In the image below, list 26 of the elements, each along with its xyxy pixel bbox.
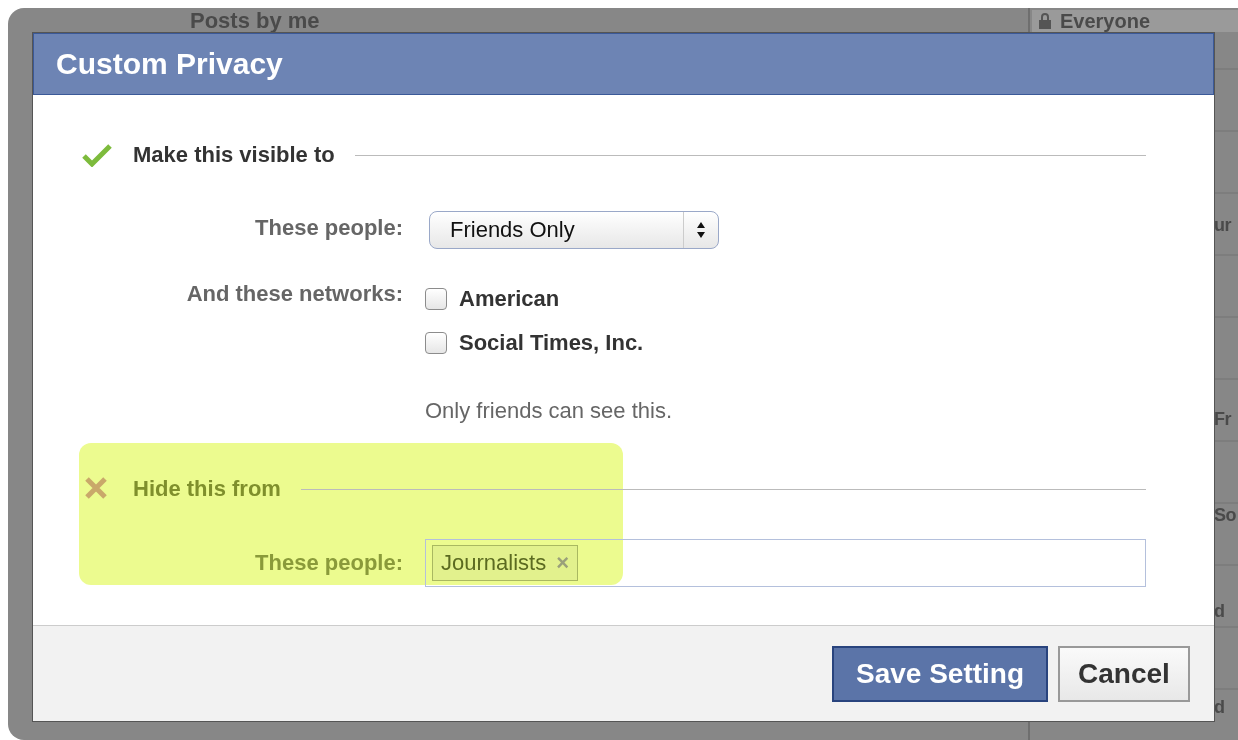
checkbox[interactable] xyxy=(425,288,447,310)
field-label: These people: xyxy=(254,549,403,577)
checkbox[interactable] xyxy=(425,332,447,354)
privacy-note: Only friends can see this. xyxy=(425,398,673,424)
people-select[interactable]: Friends Only xyxy=(429,211,719,249)
section-heading: Make this visible to xyxy=(133,142,335,168)
section-heading: Hide this from xyxy=(133,476,281,502)
updown-icon xyxy=(696,221,706,239)
token-label: Journalists xyxy=(441,550,547,576)
setting-text: So xyxy=(1214,504,1237,527)
network-label: Social Times, Inc. xyxy=(459,330,644,356)
field-label: These people: xyxy=(254,214,403,242)
section-heading: Posts by me xyxy=(190,10,320,32)
privacy-button[interactable]: Everyone xyxy=(1032,10,1238,32)
save-button[interactable]: Save Setting xyxy=(832,645,1048,702)
field-label: And these networks: xyxy=(185,280,403,308)
cancel-button[interactable]: Cancel xyxy=(1058,645,1190,702)
lock-icon xyxy=(1038,13,1052,29)
dialog-title: Custom Privacy xyxy=(33,33,1214,95)
people-input-field[interactable]: Journalists × xyxy=(425,539,1146,587)
network-label: American xyxy=(459,286,560,312)
check-icon xyxy=(81,143,113,167)
setting-text: d xyxy=(1214,600,1226,623)
setting-text: Fr xyxy=(1214,408,1233,431)
setting-text: d xyxy=(1214,696,1226,719)
setting-text: ur xyxy=(1214,214,1233,237)
